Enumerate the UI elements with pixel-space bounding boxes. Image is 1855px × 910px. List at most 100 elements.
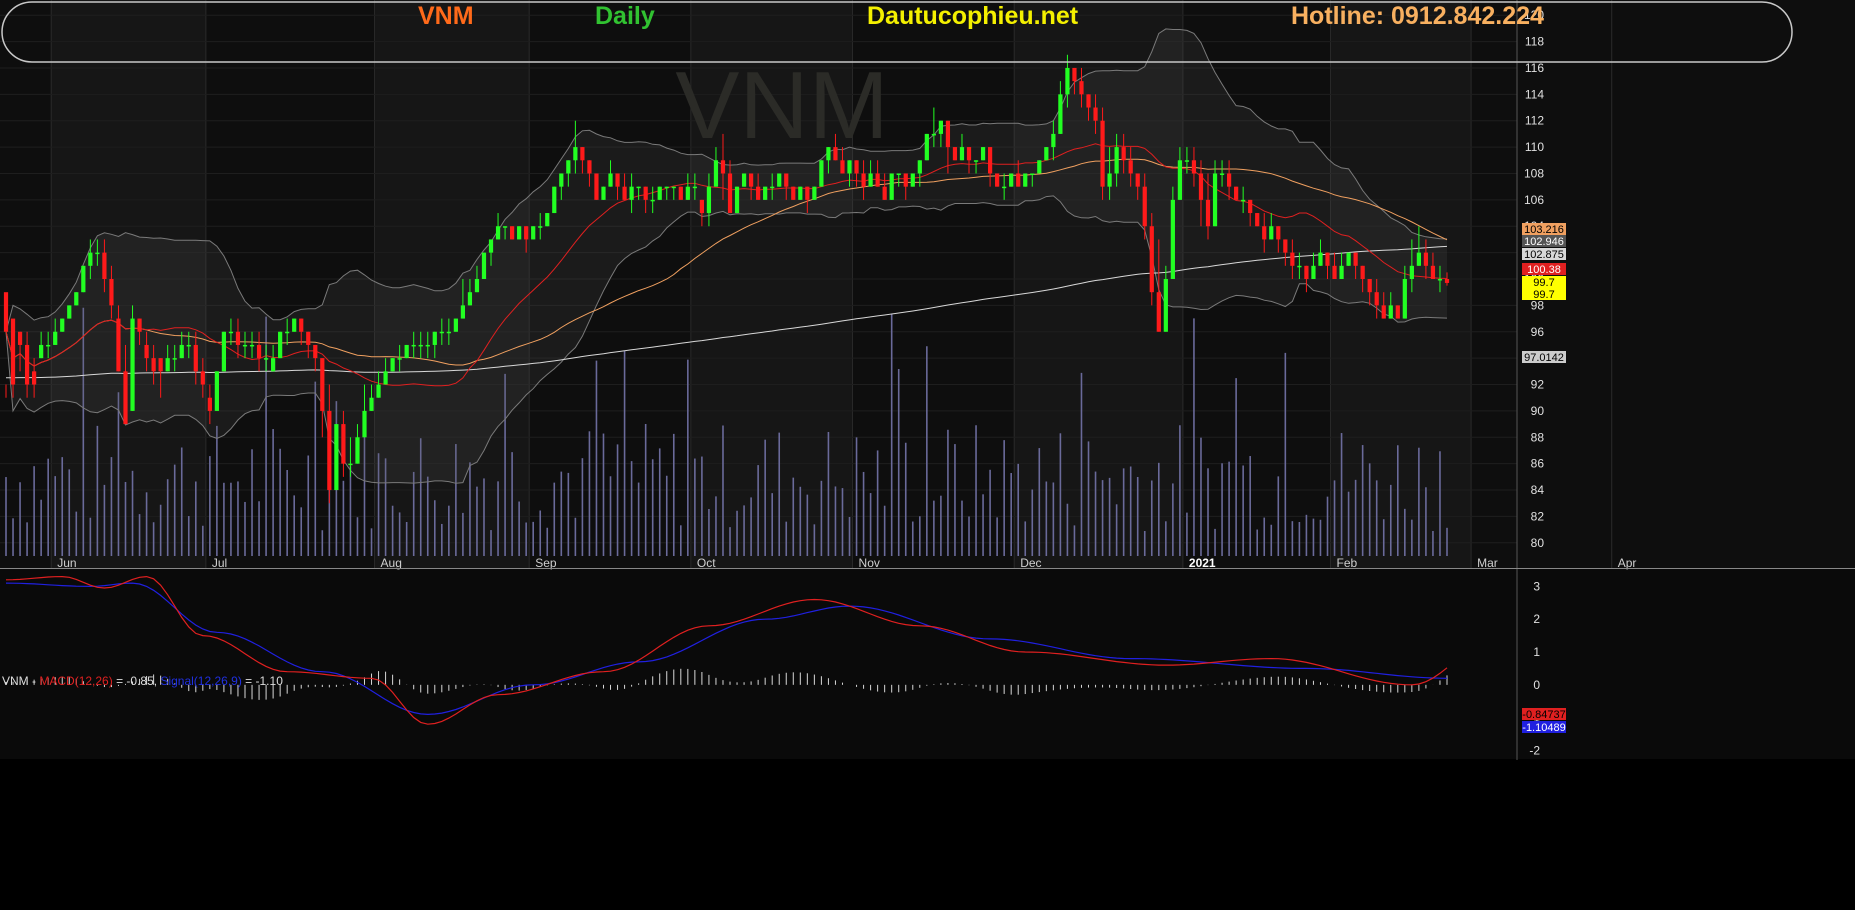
- price-tag: 99.7: [1522, 288, 1566, 301]
- y-tick-label: 86: [1531, 457, 1545, 471]
- site-label: Dautucophieu.net: [867, 2, 1079, 30]
- macd-y-tick-label: 2: [1533, 612, 1540, 626]
- candle-body: [1079, 81, 1084, 95]
- candle-body: [713, 160, 719, 187]
- candle: [763, 186, 768, 200]
- candle-body: [847, 160, 852, 174]
- macd-y-tick-label: 1: [1533, 645, 1540, 659]
- candle: [819, 160, 824, 187]
- candle-body: [1100, 120, 1105, 187]
- x-tick-label: Jun: [57, 556, 76, 570]
- candle: [657, 186, 662, 200]
- candle-body: [411, 344, 416, 347]
- candle: [734, 186, 740, 214]
- candle-body: [1339, 265, 1344, 279]
- macd-value-tag: -0.84737: [1522, 708, 1566, 721]
- candle-body: [931, 133, 936, 136]
- candle-body: [1044, 147, 1049, 161]
- candle-body: [826, 147, 831, 161]
- candle-body: [1276, 226, 1281, 240]
- candle-body: [1030, 173, 1035, 175]
- x-tick-label: Sep: [535, 556, 557, 570]
- candle-body: [1234, 186, 1239, 200]
- candle-body: [200, 371, 205, 385]
- candle-body: [362, 410, 367, 438]
- candle-body: [1290, 252, 1295, 266]
- price-tag-label: 100.38: [1527, 264, 1561, 276]
- candle-body: [495, 226, 501, 240]
- candle: [1395, 305, 1400, 319]
- candle-body: [748, 173, 754, 187]
- candle-body: [3, 292, 9, 332]
- candle: [995, 173, 1000, 187]
- macd-value-tag: -1.10489: [1522, 721, 1566, 734]
- price-tag: 99.7: [1522, 276, 1566, 289]
- candle: [509, 226, 515, 240]
- candle-body: [320, 358, 325, 411]
- candle-body: [172, 358, 177, 360]
- candle-body: [144, 344, 149, 359]
- candle-body: [404, 344, 409, 359]
- candle-body: [214, 371, 219, 411]
- candle-body: [973, 160, 979, 162]
- candle: [678, 186, 683, 200]
- candle-body: [980, 147, 986, 161]
- candle: [1346, 252, 1351, 266]
- candle-body: [1332, 265, 1337, 279]
- candle-body: [88, 252, 93, 266]
- candle-body: [102, 252, 107, 279]
- candle-body: [397, 358, 402, 360]
- candle-body: [671, 186, 676, 189]
- legend-macd-label: MACD(12,26): [39, 674, 113, 688]
- candle-body: [629, 186, 634, 200]
- candle: [910, 173, 915, 187]
- candle-body: [784, 173, 789, 187]
- bottom-blank: [0, 759, 1855, 910]
- candle-body: [1212, 173, 1218, 227]
- x-tick-label: Feb: [1337, 556, 1358, 570]
- candle-body: [1184, 160, 1190, 162]
- candle-body: [1416, 252, 1421, 266]
- candle-body: [875, 173, 880, 187]
- candle-body: [109, 279, 114, 306]
- candle-body: [924, 133, 929, 161]
- candle-body: [854, 160, 859, 174]
- candle-body: [123, 371, 128, 425]
- candle-body: [439, 331, 444, 334]
- candle-body: [1086, 94, 1091, 108]
- candle-body: [292, 318, 297, 332]
- candle-body: [643, 186, 648, 200]
- candle-body: [791, 186, 796, 200]
- candle-body: [1128, 160, 1133, 174]
- candle-body: [10, 318, 16, 385]
- candle-body: [17, 331, 23, 345]
- candle: [390, 358, 395, 372]
- interval-label: Daily: [595, 2, 655, 30]
- candle-body: [1367, 279, 1372, 293]
- candle-body: [1135, 173, 1140, 187]
- price-tag: 102.875: [1522, 248, 1566, 261]
- candle-body: [116, 318, 121, 372]
- candle-body: [74, 292, 79, 306]
- candle-body: [1051, 133, 1056, 148]
- candle: [481, 252, 487, 279]
- legend-signal-value: = -1.10: [245, 674, 283, 688]
- candle-body: [355, 437, 360, 464]
- candle-body: [228, 331, 234, 334]
- candle: [980, 147, 986, 161]
- candle-body: [812, 186, 817, 200]
- candle-body: [46, 344, 51, 347]
- candle-body: [158, 358, 163, 372]
- candle-body: [1304, 265, 1309, 279]
- candle-body: [685, 186, 690, 200]
- candle-body: [1149, 226, 1154, 293]
- y-tick-label: 106: [1524, 193, 1544, 207]
- candle-body: [1023, 173, 1028, 187]
- candle: [292, 318, 297, 332]
- candle-body: [531, 226, 536, 240]
- candle-body: [622, 186, 627, 200]
- candle-body: [179, 344, 184, 359]
- candle-body: [798, 186, 803, 200]
- candle-body: [53, 331, 58, 345]
- candle-body: [903, 173, 908, 187]
